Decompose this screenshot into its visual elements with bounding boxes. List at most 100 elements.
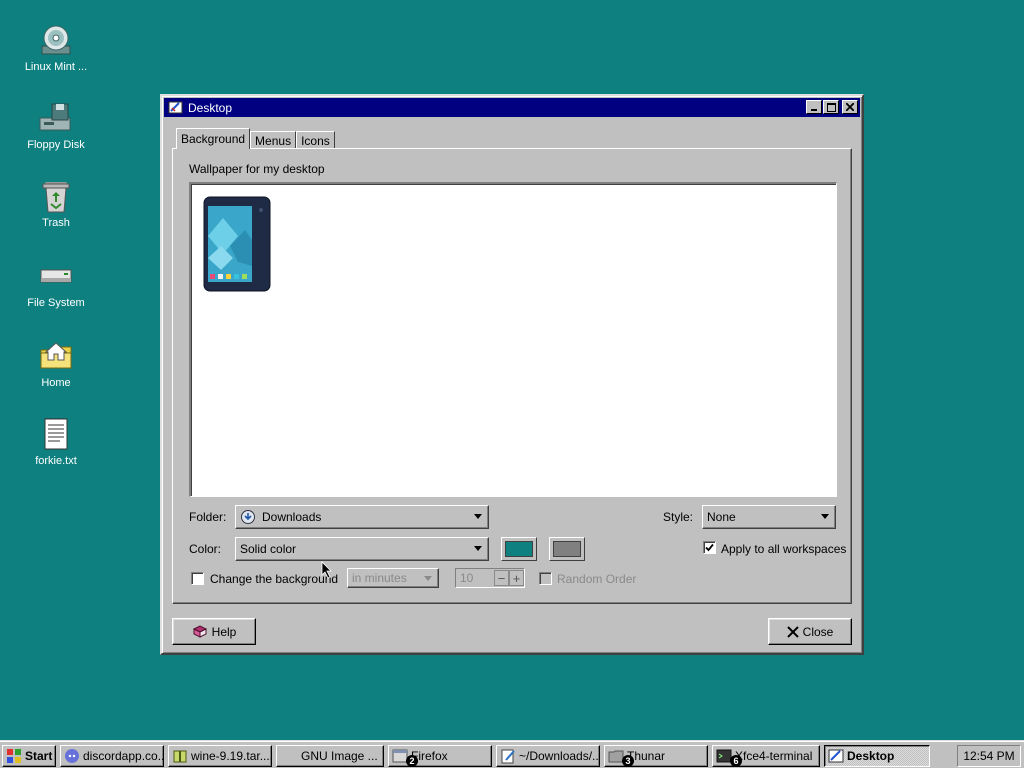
desktop-settings-window: Desktop Background Menus Icons Wallpaper… xyxy=(160,94,864,655)
taskbar-item-thunar[interactable]: 3 Thunar xyxy=(604,745,708,767)
desktop-icon-home[interactable]: Home xyxy=(14,338,98,389)
maximize-button[interactable] xyxy=(823,100,839,114)
color-mode-dropdown[interactable]: Solid color xyxy=(235,537,489,561)
folder-icon: 3 xyxy=(608,748,634,767)
minimize-icon xyxy=(811,109,817,111)
close-button[interactable]: Close xyxy=(768,618,852,645)
start-icon xyxy=(6,748,22,764)
desktop-icon-trash[interactable]: Trash xyxy=(14,178,98,229)
clock[interactable]: 12:54 PM xyxy=(957,745,1021,767)
taskbar-item-xfce4-terminal[interactable]: 6 Xfce4-terminal xyxy=(712,745,820,767)
background-tab-panel: Wallpaper for my desktop Folder: Downloa… xyxy=(172,148,852,604)
decrement-button[interactable]: − xyxy=(494,570,509,586)
taskbar-item-discord[interactable]: discordapp.co... xyxy=(60,745,164,767)
desktop-icon-label: Home xyxy=(41,377,71,389)
terminal-icon: 6 xyxy=(716,748,742,767)
folder-value: Downloads xyxy=(262,510,322,524)
taskbar-item-wine-archive[interactable]: wine-9.19.tar.... xyxy=(168,745,272,767)
style-label: Style: xyxy=(663,510,694,524)
taskbar-item-desktop[interactable]: Desktop xyxy=(824,745,930,767)
start-button[interactable]: Start xyxy=(2,745,56,767)
help-label: Help xyxy=(211,624,237,639)
interval-unit-value: in minutes xyxy=(352,571,407,585)
taskbar-item-gimp[interactable]: GNU Image ... xyxy=(276,745,384,767)
close-icon xyxy=(846,103,854,111)
random-order-checkbox[interactable] xyxy=(539,572,552,585)
window-count-badge: 2 xyxy=(406,755,418,767)
taskbar-item-label: ~/Downloads/... xyxy=(519,749,600,763)
apply-all-workspaces-label[interactable]: Apply to all workspaces xyxy=(721,542,846,556)
taskbar-item-firefox[interactable]: 2 Firefox xyxy=(388,745,492,767)
minimize-button[interactable] xyxy=(806,100,822,114)
taskbar-item-label: GNU Image ... xyxy=(301,749,378,763)
checkmark-icon xyxy=(705,543,714,552)
start-label: Start xyxy=(25,749,53,763)
interval-unit-dropdown[interactable]: in minutes xyxy=(347,568,439,588)
drive-icon xyxy=(38,258,74,294)
tab-background[interactable]: Background xyxy=(176,128,251,149)
mouse-cursor-icon xyxy=(321,561,332,579)
random-order-label: Random Order xyxy=(557,572,637,586)
taskbar-item-label: wine-9.19.tar.... xyxy=(191,749,272,763)
cd-icon xyxy=(38,22,74,58)
desktop-icon-file-system[interactable]: File System xyxy=(14,258,98,309)
help-button[interactable]: Help xyxy=(172,618,256,645)
folder-dropdown[interactable]: Downloads xyxy=(235,505,489,529)
wallpaper-label: Wallpaper for my desktop xyxy=(189,162,325,176)
chevron-down-icon xyxy=(424,576,432,581)
primary-color-button[interactable] xyxy=(501,537,537,561)
firefox-icon: 2 xyxy=(392,748,418,767)
style-dropdown[interactable]: None xyxy=(702,505,836,529)
color-mode-value: Solid color xyxy=(240,542,297,556)
tab-bar: Background Menus Icons xyxy=(176,128,335,149)
home-folder-icon xyxy=(38,338,74,374)
chevron-down-icon xyxy=(474,514,482,519)
desktop-icon-forkie-txt[interactable]: forkie.txt xyxy=(14,416,98,467)
apply-all-workspaces-checkbox[interactable] xyxy=(703,541,716,554)
discord-icon xyxy=(64,748,80,764)
desktop-settings-icon xyxy=(168,100,183,115)
maximize-icon xyxy=(826,102,836,112)
wallpaper-thumbnail[interactable] xyxy=(203,196,271,292)
floppy-disk-icon xyxy=(38,100,74,136)
window-controls xyxy=(806,100,858,114)
secondary-color-button[interactable] xyxy=(549,537,585,561)
increment-button[interactable]: + xyxy=(509,570,524,586)
wallpaper-list[interactable] xyxy=(189,182,837,497)
text-file-icon xyxy=(38,416,74,452)
folder-label: Folder: xyxy=(189,510,227,524)
tab-menus[interactable]: Menus xyxy=(250,131,297,149)
help-book-icon xyxy=(192,624,207,638)
change-background-checkbox[interactable] xyxy=(191,572,204,585)
tab-icons[interactable]: Icons xyxy=(296,131,335,149)
archive-icon xyxy=(172,748,188,764)
editor-icon xyxy=(500,748,516,764)
window-title: Desktop xyxy=(188,100,233,115)
chevron-down-icon xyxy=(474,546,482,551)
secondary-color-swatch xyxy=(553,541,581,557)
desktop-icon-floppy-disk[interactable]: Floppy Disk xyxy=(14,100,98,151)
title-bar[interactable]: Desktop xyxy=(164,98,860,117)
primary-color-swatch xyxy=(505,541,533,557)
close-icon xyxy=(786,625,799,638)
desktop-icon-label: Linux Mint ... xyxy=(24,61,88,73)
taskbar-item-label: Desktop xyxy=(847,749,895,763)
desktop-icon-label: forkie.txt xyxy=(35,455,77,467)
taskbar-item-downloads-editor[interactable]: ~/Downloads/... xyxy=(496,745,600,767)
chevron-down-icon xyxy=(821,514,829,519)
desktop-icon-label: Trash xyxy=(42,217,70,229)
desktop-icon-linux-mint[interactable]: Linux Mint ... xyxy=(14,22,98,73)
desktop-settings-icon xyxy=(828,748,844,764)
taskbar: Start discordapp.co... wine-9.19.tar....… xyxy=(0,740,1024,768)
taskbar-item-label: discordapp.co... xyxy=(83,749,164,763)
interval-spinner-value: 10 xyxy=(460,571,474,585)
close-label: Close xyxy=(802,624,834,639)
window-count-badge: 6 xyxy=(730,755,742,767)
close-window-button[interactable] xyxy=(842,100,858,114)
phone-image xyxy=(203,196,271,292)
change-background-label[interactable]: Change the background xyxy=(210,572,338,586)
style-value: None xyxy=(707,510,736,524)
desktop-icon-label: File System xyxy=(27,297,85,309)
interval-spinner[interactable]: 10 − + xyxy=(455,568,525,588)
color-label: Color: xyxy=(189,542,222,556)
